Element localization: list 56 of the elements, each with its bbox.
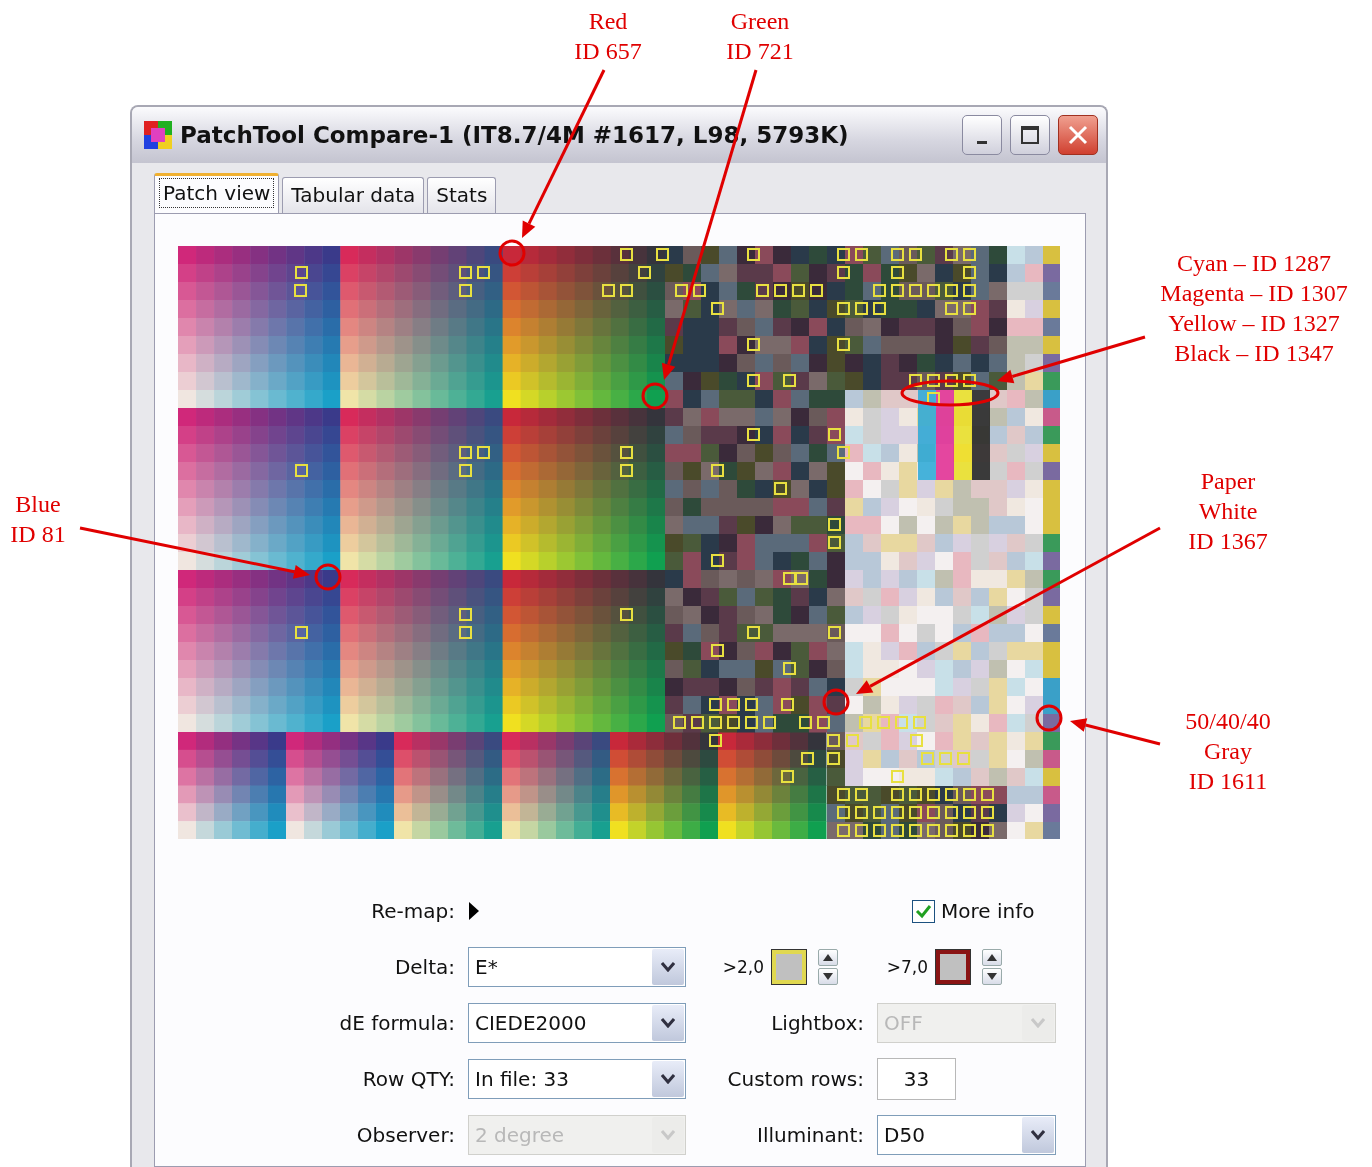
- chevron-down-icon: [1031, 1018, 1045, 1028]
- field-label: Illuminant:: [756, 1123, 864, 1147]
- expand-triangle-icon[interactable]: [468, 901, 480, 921]
- dropdown-field: OFF: [877, 1003, 1056, 1043]
- chevron-down-icon: [661, 1074, 675, 1084]
- triangle-down-icon: [823, 973, 833, 980]
- field-label: dE formula:: [338, 1011, 455, 1035]
- field-label: Delta:: [393, 955, 455, 979]
- close-icon: [1067, 124, 1089, 146]
- threshold-swatch[interactable]: [936, 950, 970, 984]
- triangle-down-icon: [987, 973, 997, 980]
- close-button[interactable]: [1058, 115, 1098, 155]
- chevron-down-icon: [661, 1130, 675, 1140]
- threshold-label: >2,0: [721, 957, 764, 977]
- chevron-down-icon: [661, 1018, 675, 1028]
- triangle-up-icon: [823, 954, 833, 961]
- highlight-circle: [641, 382, 669, 410]
- spin-down-button[interactable]: [982, 968, 1002, 985]
- checkmark-icon: [915, 902, 932, 920]
- annotation-text: Cyan – ID 1287 Magenta – ID 1307 Yellow – ID 1327 Black – ID 1347: [1160, 249, 1348, 368]
- minimize-icon: [977, 140, 987, 144]
- tab[interactable]: Patch view: [154, 173, 280, 213]
- minimize-button[interactable]: [962, 115, 1002, 155]
- field-label: Observer:: [355, 1123, 455, 1147]
- dropdown-field: 2 degree: [468, 1115, 686, 1155]
- highlight-circle: [498, 239, 526, 267]
- annotation-text: Green ID 721: [726, 7, 794, 66]
- highlight-circle: [314, 563, 342, 591]
- tab[interactable]: Stats: [427, 177, 497, 213]
- triangle-up-icon: [987, 954, 997, 961]
- remap-label: Re-map:: [370, 899, 455, 923]
- more-info-checkbox[interactable]: More info: [912, 899, 1035, 923]
- chevron-down-icon: [661, 962, 675, 972]
- maximize-icon: [1020, 125, 1040, 145]
- highlight-circle: [1035, 704, 1063, 732]
- spin-up-button[interactable]: [982, 949, 1002, 966]
- tab[interactable]: Tabular data: [282, 177, 425, 213]
- app-icon: [144, 121, 172, 149]
- dropdown-field[interactable]: In file: 33: [468, 1059, 686, 1099]
- annotation-text: 50/40/40 Gray ID 1611: [1185, 707, 1271, 796]
- input-field[interactable]: 33: [877, 1058, 956, 1100]
- maximize-button[interactable]: [1010, 115, 1050, 155]
- dropdown-field[interactable]: D50: [877, 1115, 1056, 1155]
- highlight-circle: [822, 688, 850, 716]
- annotation-text: Red ID 657: [574, 7, 642, 66]
- dropdown-field[interactable]: CIEDE2000: [468, 1003, 686, 1043]
- field-label: Lightbox:: [770, 1011, 864, 1035]
- annotation-text: Paper White ID 1367: [1188, 467, 1268, 556]
- field-label: Row QTY:: [361, 1067, 455, 1091]
- threshold-label: >7,0: [885, 957, 928, 977]
- spin-down-button[interactable]: [818, 968, 838, 985]
- annotation-text: Blue ID 81: [10, 490, 66, 549]
- chevron-down-icon: [1031, 1130, 1045, 1140]
- dropdown-field[interactable]: E*: [468, 947, 686, 987]
- field-label: Custom rows:: [726, 1067, 864, 1091]
- spin-up-button[interactable]: [818, 949, 838, 966]
